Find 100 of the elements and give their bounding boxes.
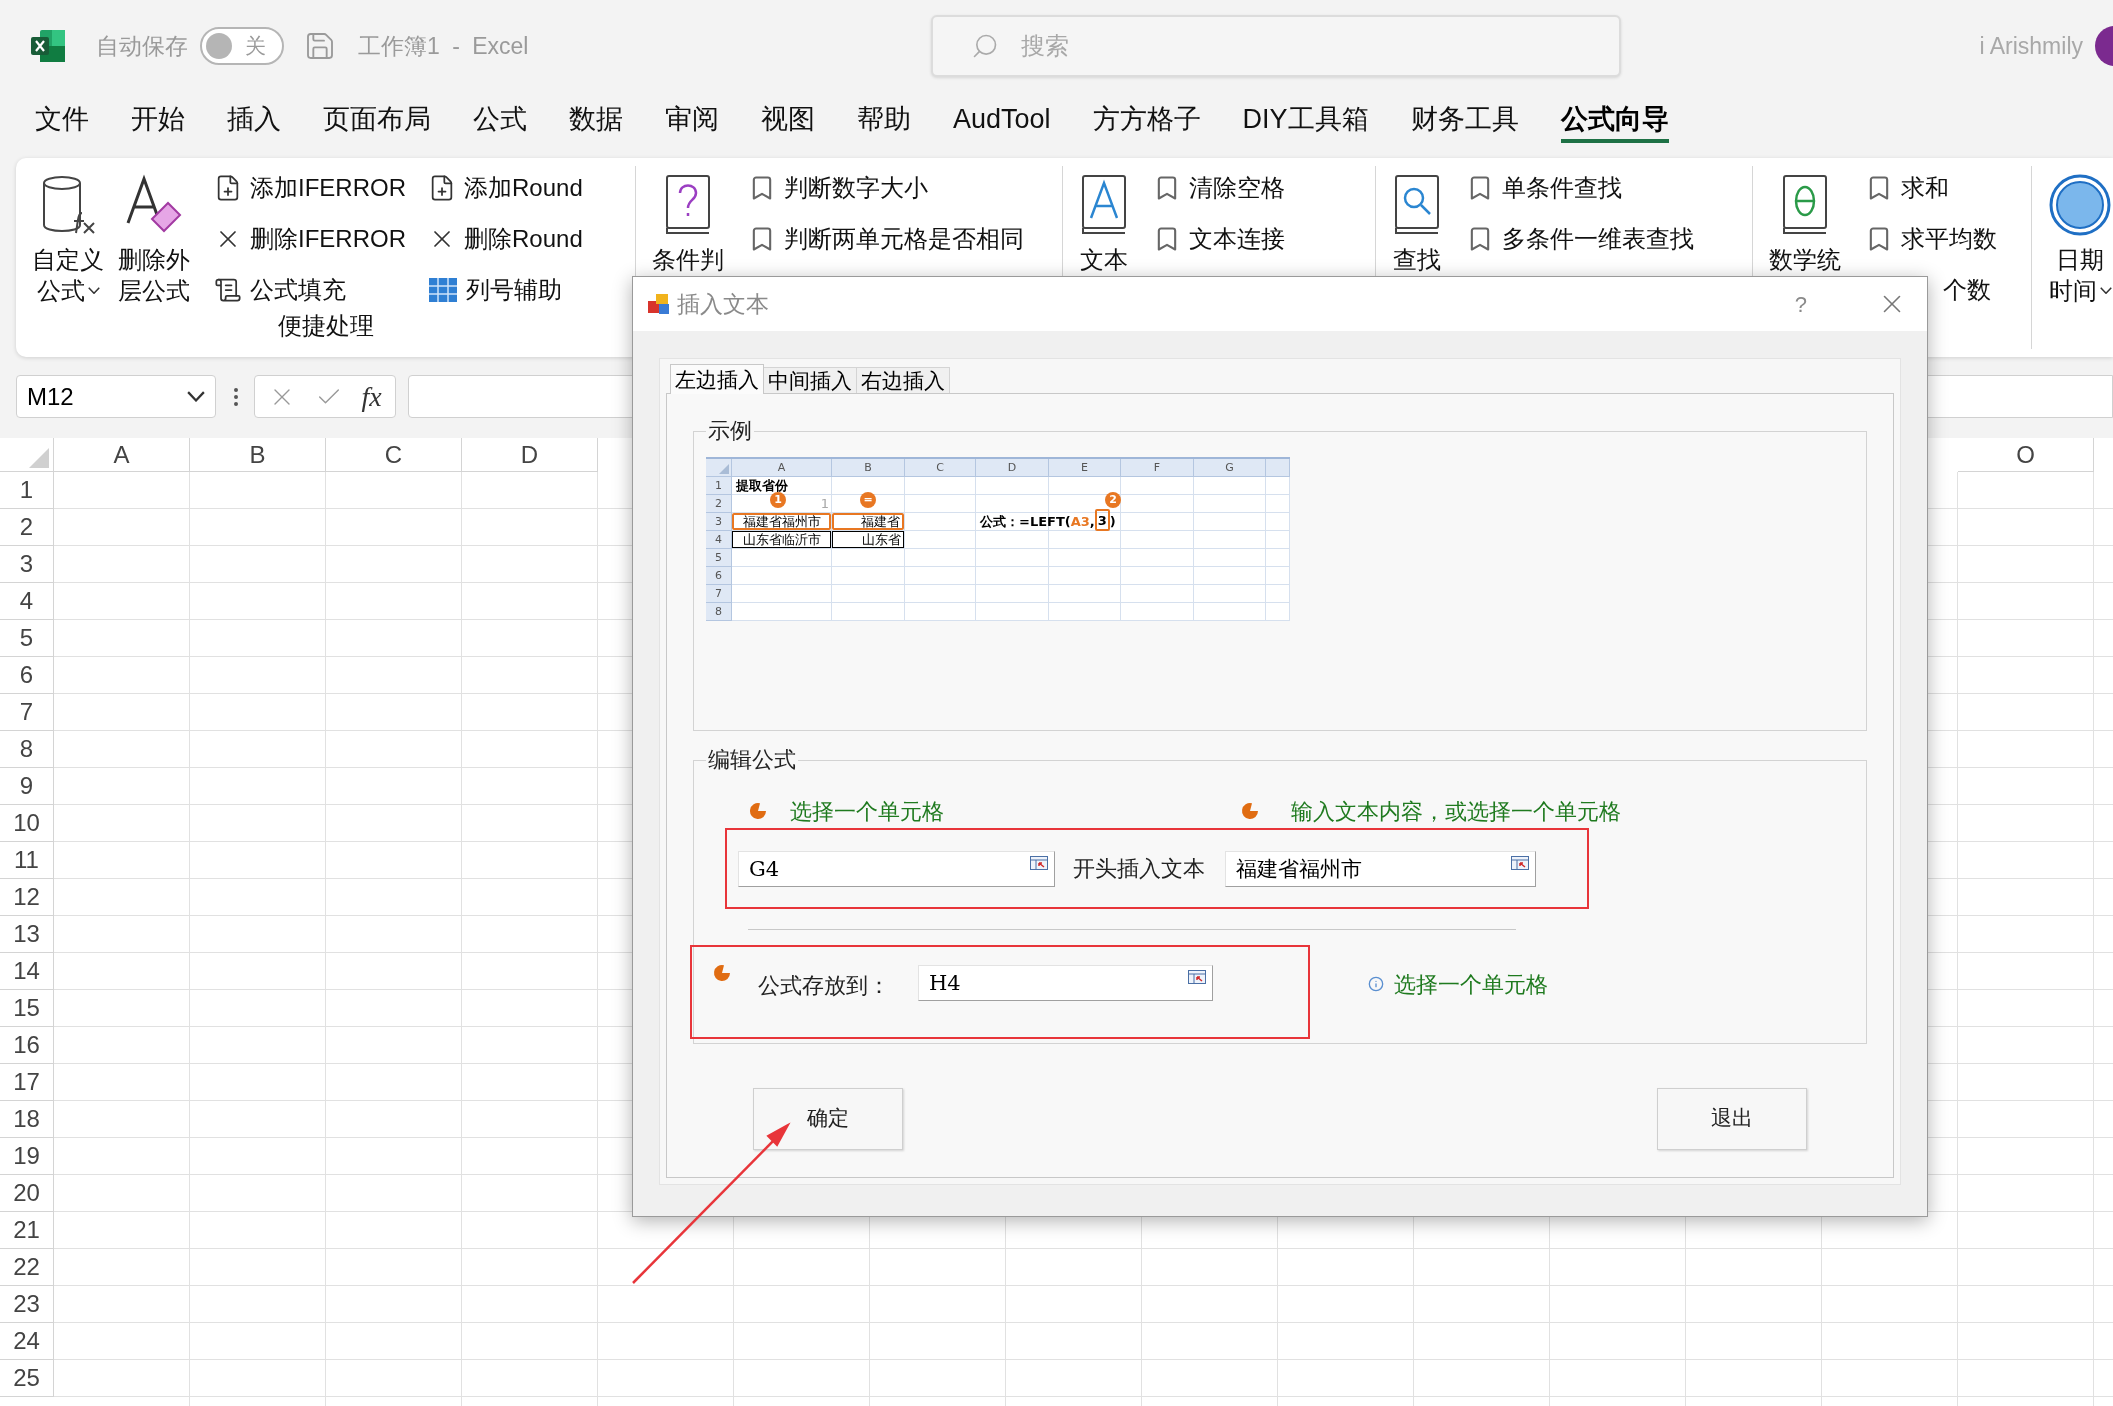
ribbon-small-button[interactable]: 列号辅助 bbox=[428, 264, 583, 315]
book-letter-icon bbox=[1079, 173, 1129, 237]
hint-text: 输入文本内容，或选择一个单元格 bbox=[1291, 797, 1621, 826]
ribbon-large-button[interactable]: 自定义 公式 bbox=[28, 166, 108, 315]
ribbon-tab[interactable]: 插入 bbox=[227, 99, 281, 143]
ribbon-large-button[interactable]: 删除外 层公式 bbox=[114, 166, 194, 315]
save-icon[interactable] bbox=[304, 30, 336, 62]
row-header: 24 bbox=[0, 1323, 54, 1360]
formula-text: ) bbox=[1109, 513, 1116, 531]
caret-icon bbox=[87, 286, 100, 295]
column-header: C bbox=[905, 459, 976, 477]
ribbon-tab[interactable]: 文件 bbox=[35, 99, 89, 143]
target-cell-field[interactable]: H4 bbox=[918, 965, 1213, 1001]
sheet-cell bbox=[1194, 585, 1266, 603]
row-header: 3 bbox=[0, 546, 54, 583]
ribbon-large-button[interactable]: 文本 bbox=[1075, 166, 1133, 315]
ribbon-small-button[interactable]: 添加Round bbox=[428, 162, 583, 213]
ribbon-small-button[interactable]: 求和 bbox=[1865, 162, 1997, 213]
ribbon-tab[interactable]: 方方格子 bbox=[1092, 99, 1201, 143]
ribbon-tab[interactable]: 财务工具 bbox=[1410, 99, 1519, 143]
row-header: 10 bbox=[0, 805, 54, 842]
ribbon-small-button[interactable]: 判断数字大小 bbox=[748, 162, 1024, 213]
ribbon-large-button[interactable]: 日期 时间 bbox=[2044, 166, 2113, 315]
info-icon bbox=[1368, 976, 1384, 992]
ribbon-small-button[interactable]: 判断两单元格是否相同 bbox=[748, 213, 1024, 264]
row-header: 19 bbox=[0, 1138, 54, 1175]
sheet-cell bbox=[905, 549, 976, 567]
ribbon-small-button[interactable]: 多条件一维表查找 bbox=[1466, 213, 1694, 264]
ribbon-large-button[interactable]: 查找 bbox=[1388, 166, 1446, 315]
row-header: 18 bbox=[0, 1101, 54, 1138]
ribbon-tab[interactable]: 公式向导 bbox=[1560, 99, 1669, 143]
dialog-tab[interactable]: 左边插入 bbox=[670, 364, 764, 394]
group-label: 示例 bbox=[707, 417, 753, 445]
row-header: 8 bbox=[0, 731, 54, 768]
row-header: 1 bbox=[0, 472, 54, 509]
dialog-tab[interactable]: 中间插入 bbox=[763, 367, 857, 393]
user-name: i Arishmily bbox=[1979, 31, 2083, 61]
ribbon-small-button[interactable]: 添加IFERROR bbox=[214, 162, 406, 213]
ribbon-small-button[interactable]: 个数 bbox=[1865, 264, 1997, 315]
ribbon-small-button[interactable]: 删除IFERROR bbox=[214, 213, 406, 264]
sheet-cell bbox=[905, 477, 976, 495]
ribbon-small-button[interactable]: 清除空格 bbox=[1153, 162, 1285, 213]
row-header: 13 bbox=[0, 916, 54, 953]
dialog-title: 插入文本 bbox=[677, 289, 769, 319]
book-theta-icon bbox=[1780, 173, 1830, 237]
ribbon-small-button[interactable]: 单条件查找 bbox=[1466, 162, 1694, 213]
sheet-cell bbox=[1194, 477, 1266, 495]
select-all-corner-icon[interactable] bbox=[29, 448, 49, 468]
text-input-field[interactable]: 福建省福州市 bbox=[1225, 850, 1536, 887]
sheet-cell-text: 提取省份 bbox=[736, 477, 788, 494]
column-header: B bbox=[190, 438, 326, 472]
column-header: F bbox=[1121, 459, 1194, 477]
row-header: 22 bbox=[0, 1249, 54, 1286]
ribbon-tab[interactable]: 页面布局 bbox=[323, 99, 431, 143]
sheet-cell bbox=[905, 603, 976, 621]
result-cell: 山东省 bbox=[832, 531, 904, 548]
sheet-cell bbox=[1049, 531, 1121, 549]
row-header: 25 bbox=[0, 1360, 54, 1397]
name-box[interactable]: M12 bbox=[16, 375, 216, 418]
book-magnifier-icon bbox=[1392, 173, 1442, 237]
cell-input-field[interactable]: G4 bbox=[738, 850, 1055, 887]
step-number-badge: 1 bbox=[770, 492, 786, 508]
ribbon-tab[interactable]: AudTool bbox=[953, 99, 1051, 143]
column-header: D bbox=[462, 438, 598, 472]
ok-button[interactable]: 确定 bbox=[753, 1088, 903, 1150]
ribbon-tab[interactable]: 审阅 bbox=[665, 99, 719, 143]
ribbon-tab[interactable]: 帮助 bbox=[857, 99, 911, 143]
ribbon-tab[interactable]: 公式 bbox=[473, 99, 527, 143]
row-header: 4 bbox=[0, 583, 54, 620]
insert-function-button[interactable]: fx bbox=[361, 375, 382, 418]
step-number-badge: 2 bbox=[1105, 492, 1121, 508]
row-header: 23 bbox=[0, 1286, 54, 1323]
sheet-cell bbox=[1049, 603, 1121, 621]
field-label: 开头插入文本 bbox=[1073, 855, 1205, 883]
ribbon-tab[interactable]: 开始 bbox=[131, 99, 185, 143]
ribbon-tab[interactable]: DIY工具箱 bbox=[1242, 99, 1369, 143]
help-button[interactable]: ? bbox=[1794, 287, 1807, 321]
ribbon-small-button[interactable]: 求平均数 bbox=[1865, 213, 1997, 264]
ribbon-small-button[interactable]: 删除Round bbox=[428, 213, 583, 264]
step-marker-icon bbox=[712, 963, 732, 983]
exit-button[interactable]: 退出 bbox=[1657, 1088, 1807, 1150]
row-header: 9 bbox=[0, 768, 54, 805]
ribbon-tab[interactable]: 视图 bbox=[761, 99, 815, 143]
sheet-cell bbox=[1194, 549, 1266, 567]
ribbon-small-button[interactable]: 文本连接 bbox=[1153, 213, 1285, 264]
sheet-cell bbox=[1194, 531, 1266, 549]
dialog-tab[interactable]: 右边插入 bbox=[856, 367, 950, 393]
column-header: A bbox=[54, 438, 190, 472]
dropdown-caret-icon bbox=[187, 391, 205, 402]
select-all-corner-icon bbox=[719, 464, 729, 474]
cell-picker-icon bbox=[1511, 855, 1529, 870]
column-header: A bbox=[732, 459, 832, 477]
row-header: 6 bbox=[706, 567, 732, 585]
row-header: 1 bbox=[706, 477, 732, 495]
row-header: 6 bbox=[0, 657, 54, 694]
ribbon-tab[interactable]: 数据 bbox=[569, 99, 623, 143]
column-header: D bbox=[976, 459, 1049, 477]
sheet-cell bbox=[1049, 549, 1121, 567]
column-header bbox=[1266, 459, 1290, 477]
formula-text: 公式：=LEFT( bbox=[980, 513, 1071, 531]
